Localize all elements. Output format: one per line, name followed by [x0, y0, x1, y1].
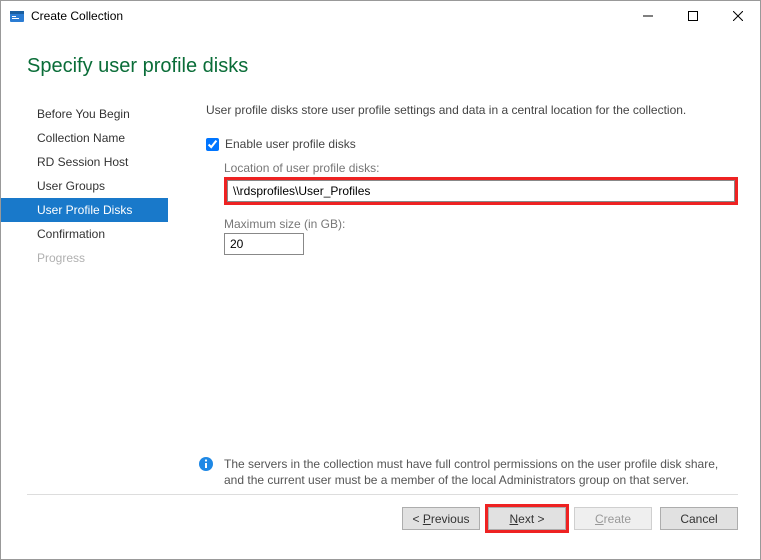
cancel-button[interactable]: Cancel — [660, 507, 738, 530]
max-size-input[interactable] — [224, 233, 304, 255]
sidebar-item-confirmation[interactable]: Confirmation — [1, 222, 168, 246]
window-controls — [625, 1, 760, 31]
location-input-highlight — [224, 177, 738, 205]
create-button: Create — [574, 507, 652, 530]
maximize-button[interactable] — [670, 1, 715, 31]
wizard-main: User profile disks store user profile se… — [168, 96, 760, 494]
title-bar: Create Collection — [1, 1, 760, 31]
info-row: The servers in the collection must have … — [198, 456, 738, 488]
wizard-header: Specify user profile disks — [1, 31, 760, 96]
app-icon — [9, 8, 25, 24]
info-icon — [198, 456, 214, 472]
page-title: Specify user profile disks — [27, 55, 760, 78]
max-size-label: Maximum size (in GB): — [224, 217, 738, 231]
minimize-button[interactable] — [625, 1, 670, 31]
description-text: User profile disks store user profile se… — [206, 103, 738, 117]
sidebar-item-rd-session-host[interactable]: RD Session Host — [1, 150, 168, 174]
wizard-button-row: < Previous Next > Create Cancel — [1, 495, 760, 530]
sidebar-item-user-groups[interactable]: User Groups — [1, 174, 168, 198]
close-button[interactable] — [715, 1, 760, 31]
window-title: Create Collection — [31, 9, 625, 23]
enable-upd-checkbox[interactable] — [206, 138, 219, 151]
enable-upd-row: Enable user profile disks — [206, 137, 738, 151]
previous-button[interactable]: < Previous — [402, 507, 480, 530]
sidebar-item-collection-name[interactable]: Collection Name — [1, 126, 168, 150]
sidebar-item-user-profile-disks[interactable]: User Profile Disks — [1, 198, 168, 222]
location-label: Location of user profile disks: — [224, 161, 738, 175]
next-button[interactable]: Next > — [488, 507, 566, 530]
sidebar-item-before-you-begin[interactable]: Before You Begin — [1, 102, 168, 126]
enable-upd-label[interactable]: Enable user profile disks — [225, 137, 356, 151]
sidebar-item-progress: Progress — [1, 246, 168, 270]
wizard-sidebar: Before You Begin Collection Name RD Sess… — [1, 96, 168, 494]
info-text: The servers in the collection must have … — [224, 456, 738, 488]
location-input[interactable] — [227, 180, 735, 202]
